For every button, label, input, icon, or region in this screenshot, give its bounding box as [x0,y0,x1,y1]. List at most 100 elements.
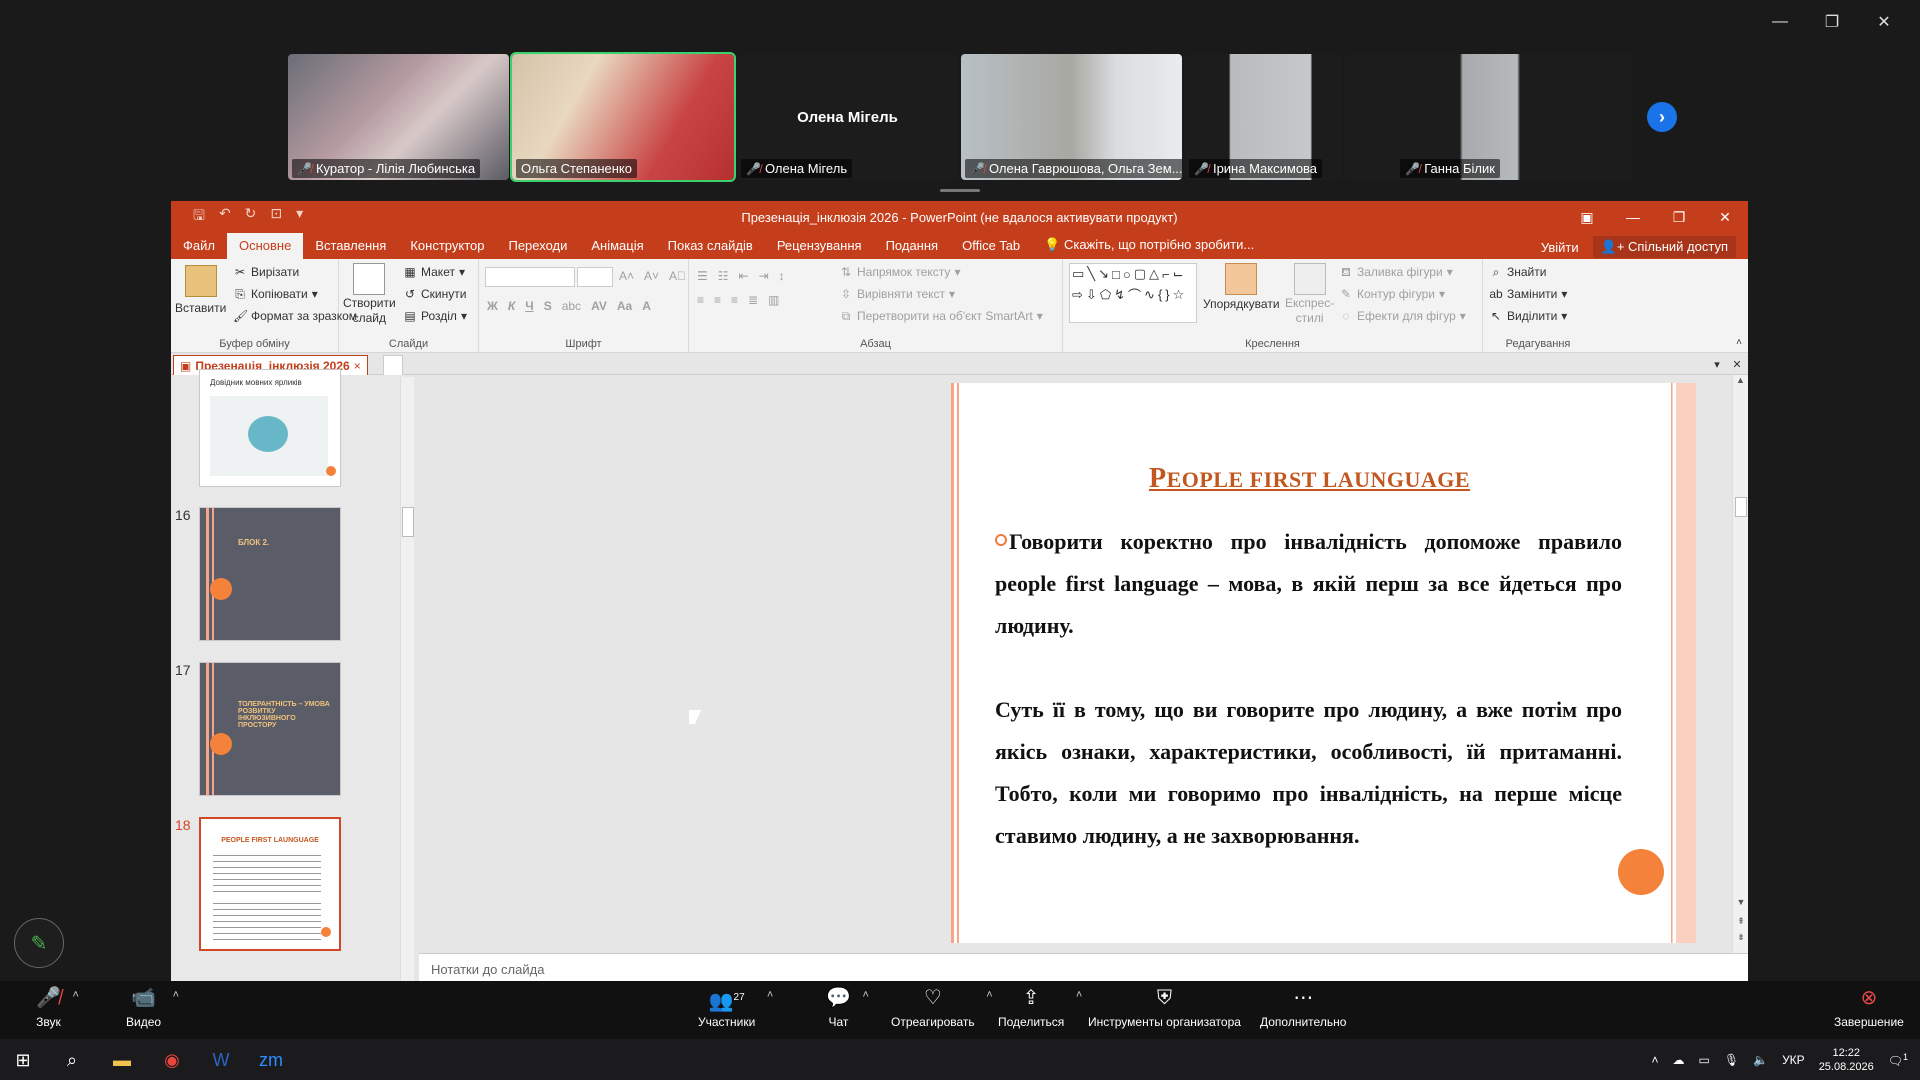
file-explorer-icon[interactable]: ▬ [107,1045,137,1075]
video-button[interactable]: 📹 Видео ˄ [126,987,179,1029]
network-icon[interactable]: ▭ [1699,1053,1710,1067]
line-shape-icon[interactable]: ╲ [1087,266,1095,282]
tab-design[interactable]: Конструктор [398,233,496,259]
ppt-close-button[interactable]: ✕ [1702,201,1748,233]
new-tab-button[interactable] [383,355,403,375]
tab-slideshow[interactable]: Показ слайдів [656,233,765,259]
bold-icon[interactable]: Ж [487,299,498,313]
font-size-input[interactable] [577,267,613,287]
participant-tile[interactable]: 🎤̸ Ганна Білик [1345,54,1632,180]
chrome-icon[interactable]: ◉ [157,1045,187,1075]
select-button[interactable]: ↖ Виділити ▾ [1489,309,1567,323]
align-center-icon[interactable]: ≡ [714,293,721,307]
cut-button[interactable]: ✂ Вирізати [233,265,299,279]
textbox-shape-icon[interactable]: ▭ [1072,266,1084,282]
copy-button[interactable]: ⎘ Копіювати ▾ [233,287,318,301]
tell-me-box[interactable]: 💡 Скажіть, що потрібно зробити... [1032,232,1266,259]
tab-view[interactable]: Подання [874,233,951,259]
change-case-icon[interactable]: Aa [617,299,632,313]
rounded-rect-shape-icon[interactable]: ▢ [1134,266,1146,282]
save-icon[interactable]: 🖫 [193,205,205,229]
align-left-icon[interactable]: ≡ [697,293,704,307]
chevron-up-icon[interactable]: ˄ [173,989,179,1001]
react-button[interactable]: ♡ Отреагировать ˄ [891,987,993,1029]
scroll-down-icon[interactable]: ▼ [1733,897,1748,907]
slide-thumbnail-selected[interactable]: PEOPLE FIRST LAUNGUAGE [199,817,341,951]
slide-title[interactable]: PEOPLE FIRST LAUNGUAGE [951,463,1668,495]
brace-left-shape-icon[interactable]: { [1158,287,1162,302]
tab-review[interactable]: Рецензування [765,233,874,259]
font-color-icon[interactable]: A [642,299,651,313]
quick-styles-button[interactable]: Експрес-стилі [1285,263,1334,325]
numbering-icon[interactable]: ☷ [718,269,729,283]
increase-indent-icon[interactable]: ⇥ [759,269,769,283]
zoom-icon[interactable]: zm [256,1045,286,1075]
participant-tile[interactable]: 🎤̸ Ірина Максимова [1185,54,1343,180]
participant-tile[interactable]: Олена Мігель 🎤̸ Олена Мігель [737,54,958,180]
strikethrough-icon[interactable]: abc [562,299,581,313]
chevron-up-icon[interactable]: ˄ [862,989,868,1001]
ppt-minimize-button[interactable]: — [1610,201,1656,233]
current-slide[interactable]: PEOPLE FIRST LAUNGUAGE Говорити коректно… [951,383,1696,943]
share-screen-button[interactable]: ⇪ Поделиться ˄ [998,987,1082,1029]
onedrive-icon[interactable]: ☁ [1673,1053,1685,1067]
tab-home[interactable]: Основне [226,233,304,259]
ribbon-display-options-icon[interactable]: ▣ [1564,201,1610,233]
oval-shape-icon[interactable]: ○ [1123,267,1131,282]
collapse-ribbon-icon[interactable]: ˄ [1736,337,1742,348]
increase-font-icon[interactable]: A˄ [619,269,634,283]
italic-icon[interactable]: К [508,299,515,313]
freeform-shape-icon[interactable]: ↯ [1114,287,1125,303]
notification-center-icon[interactable]: 🗨1 [1888,1052,1908,1068]
justify-icon[interactable]: ≣ [748,293,758,307]
triangle-shape-icon[interactable]: △ [1149,266,1159,282]
char-spacing-icon[interactable]: AV [591,299,607,313]
scroll-up-icon[interactable]: ▲ [1733,375,1748,385]
previous-slide-icon[interactable]: ⇞ [1733,916,1748,927]
ppt-restore-button[interactable]: ❐ [1656,201,1702,233]
start-slideshow-icon[interactable]: ⊡ [270,205,282,229]
close-button[interactable]: ✕ [1858,8,1910,36]
audio-button[interactable]: 🎤̸ Звук ˄ [36,987,79,1029]
brace-right-shape-icon[interactable]: } [1165,287,1169,302]
notes-pane[interactable]: Нотатки до слайда [419,953,1748,981]
font-name-input[interactable] [485,267,575,287]
arc-shape-icon[interactable]: ⌒ [1128,285,1141,304]
star-shape-icon[interactable]: ☆ [1173,287,1185,303]
line-spacing-icon[interactable]: ↕ [779,269,785,283]
reset-button[interactable]: ↺ Скинути [403,287,466,301]
underline-icon[interactable]: Ч [525,299,533,313]
minimize-button[interactable]: — [1754,8,1806,36]
mic-icon[interactable]: 🎙 [1724,1053,1739,1067]
volume-icon[interactable]: 🔈 [1753,1053,1768,1067]
word-icon[interactable]: W [206,1045,236,1075]
tab-animations[interactable]: Анімація [579,233,655,259]
host-tools-button[interactable]: ⛨ Инструменты организатора [1088,987,1241,1029]
close-tab-icon[interactable]: × [354,359,361,373]
bullets-icon[interactable]: ☰ [697,269,708,283]
right-arrow-shape-icon[interactable]: ⇨ [1072,287,1083,303]
undo-icon[interactable]: ↶ [219,205,231,229]
share-button[interactable]: 👤+ Спільний доступ [1592,236,1736,258]
redo-icon[interactable]: ↻ [245,205,257,229]
customize-toolbar-icon[interactable]: ▾ [296,205,303,229]
chevron-up-icon[interactable]: ˄ [1076,989,1082,1001]
language-indicator[interactable]: УКР [1782,1053,1805,1067]
chevron-up-icon[interactable]: ˄ [986,989,992,1001]
shape-effects-button[interactable]: ◌ Ефекти для фігур ▾ [1339,309,1465,323]
participant-tile[interactable]: 🎤̸ Олена Гаврюшова, Ольга Зем... [961,54,1182,180]
decrease-indent-icon[interactable]: ⇤ [739,269,749,283]
sign-in-link[interactable]: Увійти [1541,240,1579,255]
elbow-shape-icon[interactable]: ⌐ [1162,267,1170,282]
arrow-shape-icon[interactable]: ↘ [1098,266,1109,282]
participant-tile-active-speaker[interactable]: Ольга Степаненко [510,52,736,182]
down-arrow-shape-icon[interactable]: ⇩ [1086,287,1097,303]
convert-smartart-button[interactable]: ⧉ Перетворити на об'єкт SmartArt ▾ [839,309,1043,323]
next-slide-icon[interactable]: ⇟ [1733,932,1748,943]
align-text-button[interactable]: ⇳ Вирівняти текст ▾ [839,287,955,301]
participant-tile[interactable]: 🎤̸ Куратор - Лілія Любинська [288,54,509,180]
end-meeting-button[interactable]: ⊗ Завершение [1834,987,1904,1029]
tab-list-dropdown-icon[interactable]: ▾ [1708,355,1726,373]
connector-shape-icon[interactable]: ⌙ [1173,266,1184,282]
shapes-gallery[interactable]: ▭ ╲ ↘ □ ○ ▢ △ ⌐ ⌙ ⇨ ⇩ ⬠ ↯ ⌒ ∿{} ☆ [1069,263,1197,323]
